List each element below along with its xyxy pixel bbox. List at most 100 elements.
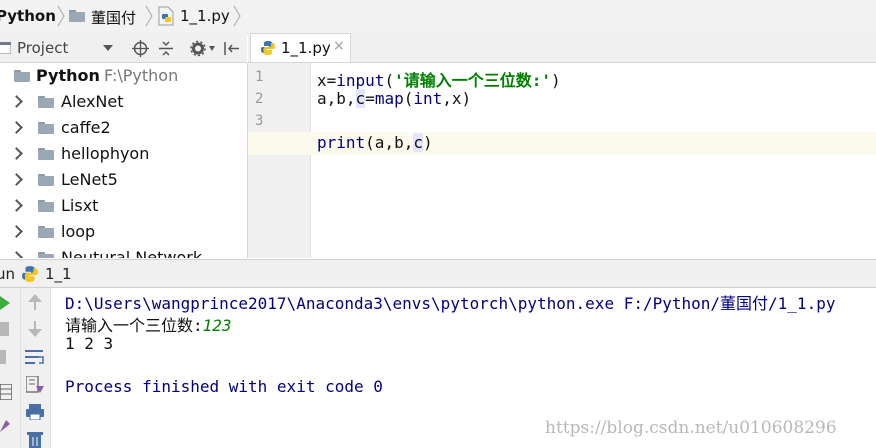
rerun-icon[interactable] xyxy=(0,296,10,310)
tree-item-alexnet[interactable]: AlexNet xyxy=(0,89,247,113)
chevron-right-icon[interactable] xyxy=(10,147,23,160)
code-token: ,x) xyxy=(442,89,472,108)
tree-root-python[interactable]: Python F:\Python xyxy=(0,63,247,87)
code-token-highlighted: c xyxy=(355,89,366,108)
console-output-line: 1 2 3 xyxy=(65,334,114,353)
code-token: ( xyxy=(403,89,414,108)
arrow-down-icon[interactable] xyxy=(28,321,42,337)
tree-item-label: Neutural Network xyxy=(61,248,203,258)
collapse-all-icon[interactable] xyxy=(158,40,174,57)
console-command-line: D:\Users\wangprince2017\Anaconda3\envs\p… xyxy=(65,294,836,313)
tree-item-loop[interactable]: loop xyxy=(0,219,247,243)
console-user-input: 123 xyxy=(202,316,232,335)
project-tree: Python F:\Python AlexNet caffe2 hellophy… xyxy=(0,63,248,258)
breadcrumb-separator-icon xyxy=(233,5,241,27)
line-number: 2 xyxy=(255,91,264,107)
project-panel-header: Project xyxy=(0,33,247,63)
python-logo-icon xyxy=(22,266,38,282)
tree-item-neutural-network[interactable]: Neutural Network xyxy=(0,245,247,258)
chevron-right-icon[interactable] xyxy=(10,199,23,212)
locate-target-icon[interactable] xyxy=(132,40,149,57)
folder-icon xyxy=(38,174,54,186)
run-configuration-tab[interactable]: 1_1 xyxy=(45,265,72,283)
tree-item-caffe2[interactable]: caffe2 xyxy=(0,115,247,139)
trash-icon[interactable] xyxy=(27,431,43,448)
code-line-2[interactable]: a,b,c=map(int,x) xyxy=(317,89,471,108)
editor-tab-bar: 1_1.py × xyxy=(248,33,876,63)
tree-root-label: Python xyxy=(36,66,100,85)
folder-icon xyxy=(69,10,85,22)
breadcrumb-project[interactable]: Python xyxy=(0,7,56,25)
run-panel-title: un xyxy=(0,265,16,283)
line-number: 3 xyxy=(255,113,264,129)
code-token: ) xyxy=(550,71,561,90)
run-toolbar-secondary xyxy=(21,288,51,448)
console-exit-message: Process finished with exit code 0 xyxy=(65,377,383,396)
scroll-to-end-icon[interactable] xyxy=(26,376,44,394)
folder-icon xyxy=(38,148,54,160)
project-panel-title[interactable]: Project xyxy=(17,39,68,57)
hide-panel-icon[interactable] xyxy=(223,40,240,57)
folder-icon xyxy=(38,252,54,258)
tree-item-lisxt[interactable]: Lisxt xyxy=(0,193,247,217)
code-token: ( xyxy=(384,71,395,90)
arrow-up-icon[interactable] xyxy=(28,294,42,310)
folder-icon xyxy=(14,70,30,82)
chevron-right-icon[interactable] xyxy=(10,121,23,134)
chevron-right-icon[interactable] xyxy=(10,173,23,186)
dump-threads-icon[interactable] xyxy=(0,384,12,400)
settings-icon[interactable] xyxy=(0,418,12,432)
code-token: ) xyxy=(422,133,433,152)
tree-item-label: LeNet5 xyxy=(61,170,118,189)
line-number: 1 xyxy=(255,69,264,85)
soft-wrap-icon[interactable] xyxy=(25,348,45,366)
navigation-bar: Python 董国付 1_1.py xyxy=(0,0,876,34)
folder-icon xyxy=(38,122,54,134)
tree-item-label: AlexNet xyxy=(61,92,124,111)
folder-icon xyxy=(38,200,54,212)
console-prompt-line: 请输入一个三位数:123 xyxy=(65,312,232,336)
print-icon[interactable] xyxy=(26,404,44,420)
tree-root-path: F:\Python xyxy=(104,66,179,85)
breadcrumb-separator-icon xyxy=(57,5,65,27)
folder-icon xyxy=(38,226,54,238)
code-line-4[interactable]: print(a,b,c) xyxy=(317,133,433,152)
code-token-highlighted: c xyxy=(413,133,423,152)
watermark-text: https://blog.csdn.net/u010608296 xyxy=(545,418,837,438)
code-line-1[interactable]: x=input('请输入一个三位数:') xyxy=(317,67,561,91)
pause-icon[interactable] xyxy=(0,350,6,364)
stop-icon[interactable] xyxy=(0,322,9,336)
gear-icon[interactable] xyxy=(190,40,207,57)
chevron-right-icon[interactable] xyxy=(10,95,23,108)
tree-item-label: caffe2 xyxy=(61,118,111,137)
tree-item-label: loop xyxy=(61,222,96,241)
chevron-right-icon[interactable] xyxy=(10,225,23,238)
code-lines[interactable]: x=input('请输入一个三位数:') a,b,c=map(int,x) pr… xyxy=(311,63,876,258)
chevron-down-icon[interactable] xyxy=(103,45,113,51)
editor-gutter: 1 2 3 4 xyxy=(248,63,311,258)
close-icon[interactable]: × xyxy=(333,38,345,54)
python-file-icon xyxy=(158,6,174,26)
gear-dropdown-icon[interactable] xyxy=(209,46,215,51)
chevron-right-icon[interactable] xyxy=(10,251,23,258)
tree-item-hellophyon[interactable]: hellophyon xyxy=(0,141,247,165)
code-token: = xyxy=(365,89,375,108)
code-token-builtin: print xyxy=(317,133,366,152)
tree-item-lenet5[interactable]: LeNet5 xyxy=(0,167,247,191)
python-logo-icon xyxy=(261,41,275,55)
code-token-string: '请输入一个三位数:' xyxy=(394,71,551,90)
run-panel-header: un 1_1 xyxy=(0,259,876,288)
breadcrumb-separator-icon xyxy=(145,5,153,27)
breadcrumb-file[interactable]: 1_1.py xyxy=(180,7,230,25)
code-token: x= xyxy=(317,71,337,90)
tree-item-label: hellophyon xyxy=(61,144,150,163)
code-token: (a,b, xyxy=(365,133,414,152)
editor-tab-1-1-py[interactable]: 1_1.py × xyxy=(250,33,351,62)
console-prompt: 请输入一个三位数: xyxy=(65,316,203,335)
code-token-builtin: input xyxy=(336,71,385,90)
run-toolbar-primary xyxy=(0,288,21,448)
code-token: a,b, xyxy=(317,89,356,108)
breadcrumb-folder[interactable]: 董国付 xyxy=(91,7,136,28)
tree-item-label: Lisxt xyxy=(61,196,99,215)
editor-tab-label: 1_1.py xyxy=(281,39,331,57)
